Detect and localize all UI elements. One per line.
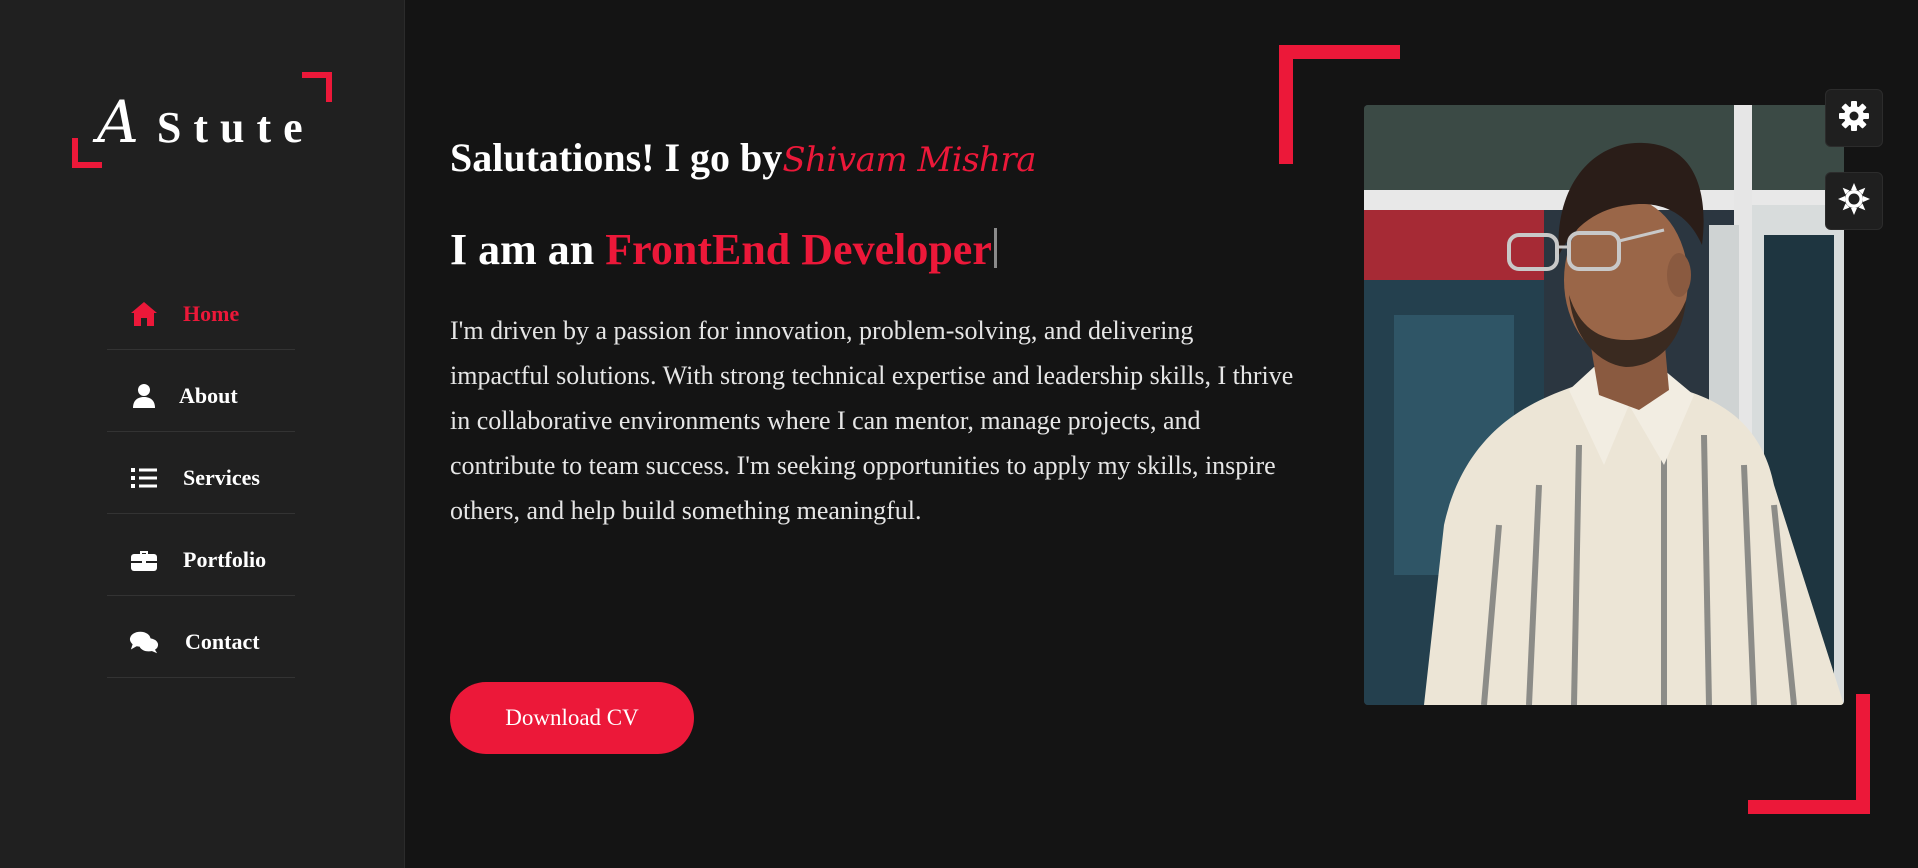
role-prefix: I am an [450,225,606,274]
logo-letter: A [97,88,139,156]
user-icon [129,381,159,411]
nav-item-about[interactable]: About [107,350,295,432]
comments-icon [129,627,159,657]
role-title: FrontEnd Developer [605,225,992,274]
nav-label-about: About [179,382,238,408]
sidebar: A Stute Home About Services Portfolio Co… [0,0,405,868]
nav-label-home: Home [183,300,240,326]
download-cv-button[interactable]: Download CV [450,682,694,754]
logo-text: A Stute [97,88,315,156]
nav-label-contact: Contact [185,628,260,654]
main-nav: Home About Services Portfolio Contact [107,268,295,678]
role-heading: I am an FrontEnd Developer [450,224,997,275]
bio-paragraph: I'm driven by a passion for innovation, … [450,316,1294,525]
nav-label-portfolio: Portfolio [183,546,267,572]
photo-frame-bottom-right [1748,694,1870,814]
nav-label-services: Services [183,464,260,490]
settings-button[interactable] [1825,89,1883,147]
briefcase-icon [129,545,159,575]
greeting-heading: Salutations! I go byShivam Mishra [450,134,1036,181]
nav-item-services[interactable]: Services [107,432,295,514]
home-icon [129,299,159,329]
nav-item-home[interactable]: Home [107,268,295,350]
logo-word: Stute [156,103,315,152]
profile-photo [1364,105,1844,705]
logo[interactable]: A Stute [72,72,332,168]
list-icon [129,463,159,493]
nav-item-portfolio[interactable]: Portfolio [107,514,295,596]
gear-icon [1838,100,1870,137]
author-name: Shivam Mishra [782,140,1036,180]
sun-icon [1837,182,1871,221]
typing-caret [993,228,997,268]
greeting-text: Salutations! I go by [450,135,783,180]
nav-item-contact[interactable]: Contact [107,596,295,678]
theme-toggle-button[interactable] [1825,172,1883,230]
